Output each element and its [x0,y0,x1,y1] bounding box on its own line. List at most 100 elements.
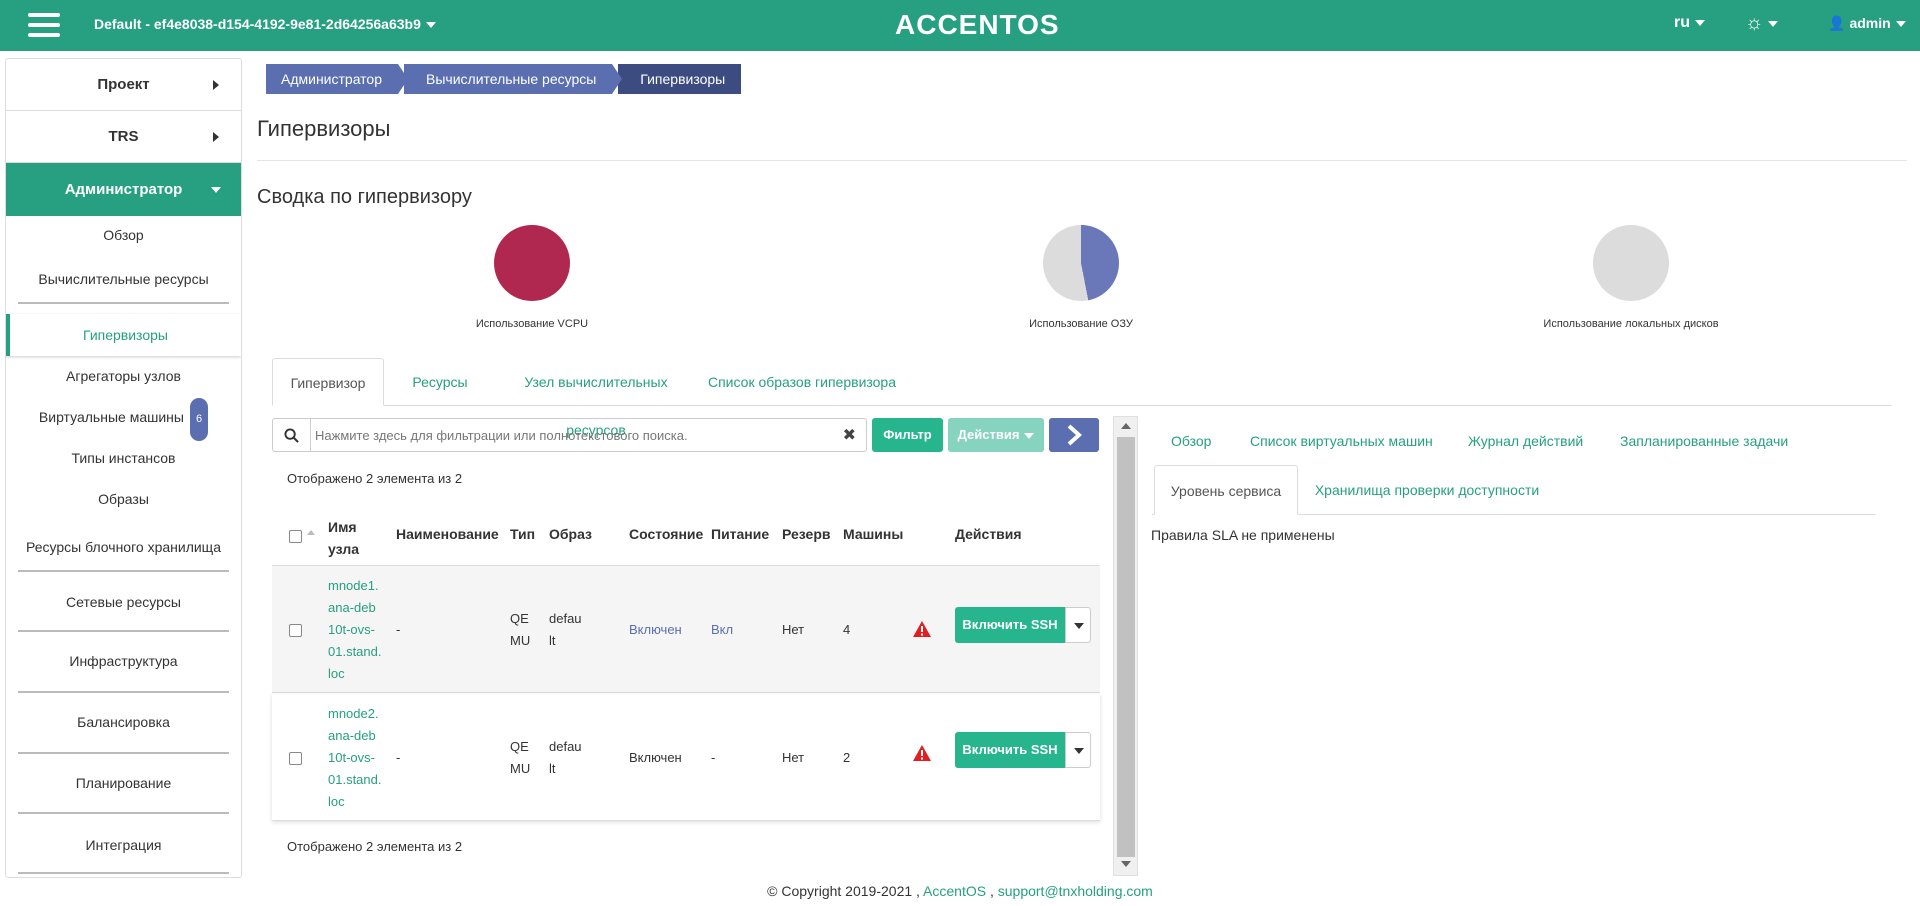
column-header-machines[interactable]: Машины [843,526,903,542]
row-checkbox[interactable] [289,752,302,765]
column-header-reserve[interactable]: Резерв [782,526,831,542]
type-line: QE [510,739,529,754]
gear-icon: ☼ [1745,12,1764,34]
next-button[interactable] [1049,418,1099,452]
search-input[interactable] [315,420,815,450]
chevron-right-icon [1067,424,1082,446]
sidebar-item-label: Образы [98,491,149,507]
chevron-down-icon [1768,20,1779,27]
column-header-title[interactable]: Наименование [396,526,499,542]
accentos-link[interactable]: AccentOS [923,883,986,899]
sidebar-item-label: Планирование [75,775,172,791]
detail-tab-scheduled-tasks[interactable]: Запланированные задачи [1620,433,1788,449]
sidebar-item-label: Интеграция [85,837,162,853]
project-selector[interactable]: Default - ef4e8038-d154-4192-9e81-2d6425… [94,16,436,32]
subtab-service-level[interactable]: Уровень сервиса [1154,465,1298,515]
breadcrumb-item-compute[interactable]: Вычислительные ресурсы [404,64,623,94]
page-title: Гипервизоры [257,116,391,141]
warning-icon [913,745,931,761]
tab-resources[interactable]: Ресурсы [392,358,488,406]
theme-selector[interactable]: ☼ [1745,12,1779,35]
search-button[interactable] [273,419,311,451]
name-line: 01.stand. [328,644,382,659]
type-line: MU [510,761,531,776]
type-line: QE [510,611,529,626]
sidebar-item-balancing[interactable]: Балансировка [6,693,241,754]
row-actions-dropdown[interactable] [1065,732,1091,768]
sidebar-item-label: Типы инстансов [71,450,176,466]
scrollbar-thumb[interactable] [1117,437,1135,857]
support-email-link[interactable]: support@tnxholding.com [998,883,1153,899]
chevron-down-icon [1024,432,1035,439]
enable-ssh-button[interactable]: Включить SSH [955,607,1065,643]
column-header-name[interactable]: Имя узла [328,516,359,560]
menu-icon[interactable] [28,13,60,39]
name-line: ana-deb [328,728,376,743]
filter-button[interactable]: Фильтр [872,418,943,452]
disk-usage-pie [1593,225,1669,301]
table-header: Имя узла Наименование Тип Образ Состояние… [272,508,1100,566]
name-line: loc [328,666,345,681]
count-badge: 6 [189,398,209,441]
sidebar-item-overview[interactable]: Обзор [6,216,241,254]
row-actions-dropdown[interactable] [1065,607,1091,643]
sidebar-item-scheduling[interactable]: Планирование [6,754,241,814]
name-line: mnode1. [328,578,379,593]
logo: ACCENTOS [895,9,1060,40]
scroll-down-icon[interactable] [1121,861,1131,867]
sidebar-item-images[interactable]: Образы [6,479,241,520]
language-selector[interactable]: ru [1674,14,1705,32]
scroll-up-icon[interactable] [1121,423,1131,429]
sidebar-item-label: Обзор [103,227,144,243]
sidebar-item-network[interactable]: Сетевые ресурсы [6,572,241,632]
sidebar-item-flavors[interactable]: Типы инстансов [6,438,241,479]
hypervisor-reserve: Нет [782,750,805,765]
clear-icon[interactable]: ✖ [843,425,856,445]
sidebar-item-trs[interactable]: TRS [6,111,241,163]
actions-button[interactable]: Действия [948,418,1044,452]
subtab-availability-storage[interactable]: Хранилища проверки доступности [1312,465,1542,515]
hypervisor-type: QE MU [510,736,530,780]
hypervisor-name-link[interactable]: mnode2. ana-deb 10t-ovs- 01.stand. loc [328,703,382,813]
user-menu[interactable]: 👤 admin [1828,15,1906,32]
sidebar-item-block-storage[interactable]: Ресурсы блочного хранилища [6,520,241,572]
hypervisor-type: QE MU [510,608,530,652]
sidebar-item-label: Балансировка [77,714,170,730]
sidebar-item-compute[interactable]: Вычислительные ресурсы [6,258,241,304]
tab-image-list[interactable]: Список образов гипервизора [704,358,900,406]
detail-tab-vm-list[interactable]: Список виртуальных машин [1250,433,1433,449]
language-label: ru [1674,14,1690,31]
hypervisor-machines: 2 [843,750,851,765]
breadcrumb-item-hypervisors[interactable]: Гипервизоры [618,64,742,94]
sidebar-item-project[interactable]: Проект [6,59,241,111]
column-header-state[interactable]: Состояние [629,526,703,542]
tab-compute-node[interactable]: Узел вычислительных ресурсов [496,358,696,438]
sidebar-item-infrastructure[interactable]: Инфраструктура [6,632,241,693]
row-checkbox[interactable] [289,624,302,637]
divider [257,160,1907,161]
table-scrollbar[interactable] [1113,416,1138,876]
sidebar-item-aggregates[interactable]: Агрегаторы узлов [6,356,241,397]
table-row: mnode1. ana-deb 10t-ovs- 01.stand. loc -… [272,566,1100,693]
hypervisor-title: - [396,750,401,765]
hypervisor-name-link[interactable]: mnode1. ana-deb 10t-ovs- 01.stand. loc [328,575,382,685]
detail-tab-overview[interactable]: Обзор [1171,433,1211,449]
sidebar-item-admin[interactable]: Администратор [6,163,241,216]
detail-tab-action-log[interactable]: Журнал действий [1468,433,1583,449]
project-name: Default - ef4e8038-d154-4192-9e81-2d6425… [94,16,421,32]
column-header-power[interactable]: Питание [711,526,769,542]
chevron-down-icon [425,22,436,29]
enable-ssh-button[interactable]: Включить SSH [955,732,1065,768]
column-header-type[interactable]: Тип [510,526,535,542]
select-all-checkbox[interactable] [289,530,302,543]
sort-icon[interactable] [307,530,315,535]
sidebar-item-hypervisors[interactable]: Гипервизоры [6,314,241,356]
column-header-image[interactable]: Образ [549,526,592,542]
items-count-bottom: Отображено 2 элемента из 2 [287,839,463,854]
sidebar-item-integration[interactable]: Интеграция [6,814,241,874]
sidebar-item-instances[interactable]: Виртуальные машины 6 [6,397,241,441]
breadcrumb-item-admin[interactable]: Администратор [266,64,409,94]
sidebar-item-label: Проект [97,76,150,93]
hypervisor-reserve: Нет [782,622,805,637]
tab-hypervisor[interactable]: Гипервизор [272,358,384,406]
